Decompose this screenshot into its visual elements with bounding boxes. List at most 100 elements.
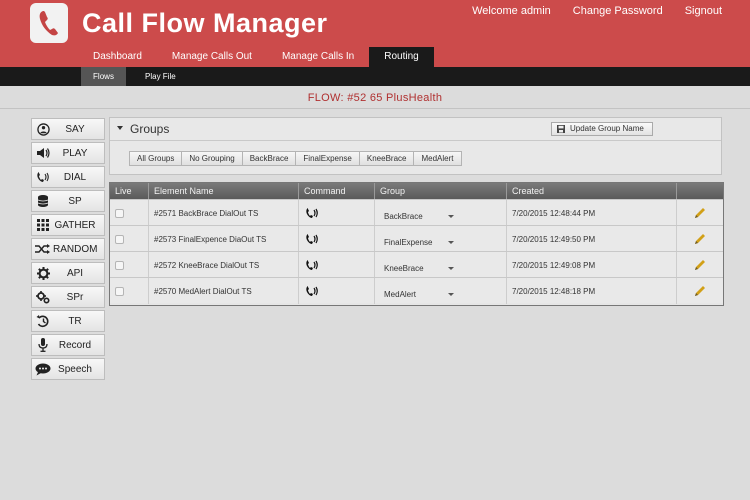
app-title: Call Flow Manager: [82, 8, 328, 38]
sidebar-item-record[interactable]: Record: [31, 334, 105, 356]
divider: [0, 108, 750, 109]
group-select-value: MedAlert: [384, 289, 417, 299]
subtab-flows[interactable]: Flows: [81, 67, 126, 86]
command-cell: [299, 226, 375, 252]
sidebar-item-gather[interactable]: GATHER: [31, 214, 105, 236]
sidebar-item-say[interactable]: SAY: [31, 118, 105, 140]
group-filters: All Groups No Grouping BackBrace FinalEx…: [129, 151, 462, 166]
groups-title: Groups: [130, 122, 170, 136]
live-checkbox[interactable]: [115, 286, 124, 296]
shuffle-icon: [35, 242, 50, 256]
update-group-name-button[interactable]: Update Group Name: [551, 122, 653, 136]
sub-nav: Flows Play File: [0, 67, 750, 86]
element-name-cell: #2573 FinalExpence DiaOut TS: [149, 226, 299, 252]
group-select-value: BackBrace: [384, 211, 423, 221]
sp-icon: [35, 194, 51, 208]
table-row: #2573 FinalExpence DiaOut TS FinalExpens…: [110, 225, 723, 252]
table-row: #2570 MedAlert DialOut TS MedAlert 7/20/…: [110, 277, 723, 304]
flow-title: FLOW: #52 65 PlusHealth: [307, 92, 443, 104]
edit-cell: [677, 252, 723, 278]
created-cell: 7/20/2015 12:49:08 PM: [507, 252, 677, 278]
element-name-cell: #2570 MedAlert DialOut TS: [149, 278, 299, 304]
created-cell: 7/20/2015 12:48:18 PM: [507, 278, 677, 304]
edit-pencil-icon[interactable]: [694, 285, 706, 297]
live-checkbox[interactable]: [115, 260, 124, 270]
created-cell: 7/20/2015 12:48:44 PM: [507, 200, 677, 226]
command-sidebar: SAY PLAY DIAL SP GATHER RANDOM API SPr T…: [31, 118, 105, 382]
edit-pencil-icon[interactable]: [694, 233, 706, 245]
created-cell: 7/20/2015 12:49:50 PM: [507, 226, 677, 252]
column-header-command: Command: [299, 183, 375, 199]
gears-icon: [35, 290, 51, 304]
tab-manage-calls-in[interactable]: Manage Calls In: [267, 47, 369, 67]
filter-backbrace[interactable]: BackBrace: [241, 151, 297, 166]
edit-pencil-icon[interactable]: [694, 259, 706, 271]
say-icon: [35, 122, 51, 136]
sidebar-item-api[interactable]: API: [31, 262, 105, 284]
group-select[interactable]: MedAlert: [380, 287, 458, 301]
sidebar-item-dial[interactable]: DIAL: [31, 166, 105, 188]
filter-finalexpense[interactable]: FinalExpense: [295, 151, 360, 166]
app-header: Call Flow Manager Welcome admin Change P…: [0, 0, 750, 67]
group-cell: BackBrace: [375, 200, 507, 226]
chevron-down-icon: [448, 292, 454, 296]
sidebar-item-play[interactable]: PLAY: [31, 142, 105, 164]
sidebar-item-tr[interactable]: TR: [31, 310, 105, 332]
group-select[interactable]: BackBrace: [380, 209, 458, 223]
edit-cell: [677, 278, 723, 304]
main-nav: Dashboard Manage Calls Out Manage Calls …: [78, 47, 434, 67]
tab-routing[interactable]: Routing: [369, 47, 434, 67]
flow-elements-table: Live Element Name Command Group Created …: [109, 182, 724, 306]
update-group-name-label: Update Group Name: [570, 124, 644, 133]
phone-logo-icon: [30, 3, 68, 43]
sidebar-item-label: RANDOM: [53, 243, 98, 255]
sidebar-item-label: Record: [58, 339, 92, 351]
signout-link[interactable]: Signout: [685, 5, 722, 17]
subtab-play-file[interactable]: Play File: [133, 67, 188, 86]
live-cell: [110, 200, 149, 226]
sidebar-item-sp[interactable]: SP: [31, 190, 105, 212]
filter-medalert[interactable]: MedAlert: [413, 151, 462, 166]
group-select[interactable]: KneeBrace: [380, 261, 458, 275]
filter-kneebrace[interactable]: KneeBrace: [358, 151, 415, 166]
gather-icon: [35, 218, 51, 232]
chevron-down-icon: [448, 266, 454, 270]
microphone-icon: [35, 338, 51, 352]
element-name-cell: #2571 BackBrace DialOut TS: [149, 200, 299, 226]
groups-panel: Groups Update Group Name All Groups No G…: [109, 117, 722, 175]
sidebar-item-speech[interactable]: Speech: [31, 358, 105, 380]
tab-manage-calls-out[interactable]: Manage Calls Out: [157, 47, 267, 67]
sidebar-item-random[interactable]: RANDOM: [31, 238, 105, 260]
sidebar-item-label: PLAY: [62, 147, 88, 159]
collapse-caret-icon[interactable]: [117, 126, 123, 130]
group-select-value: KneeBrace: [384, 263, 424, 273]
sidebar-item-label: SP: [68, 195, 82, 207]
sidebar-item-label: Speech: [58, 363, 92, 375]
filter-all-groups[interactable]: All Groups: [129, 151, 183, 166]
command-cell: [299, 278, 375, 304]
phone-icon: [35, 170, 51, 184]
group-cell: KneeBrace: [375, 252, 507, 278]
sidebar-item-label: API: [66, 267, 84, 279]
edit-cell: [677, 200, 723, 226]
filter-no-grouping[interactable]: No Grouping: [181, 151, 243, 166]
group-select[interactable]: FinalExpense: [380, 235, 458, 249]
phone-icon: [306, 286, 318, 296]
gear-icon: [35, 266, 51, 280]
change-password-link[interactable]: Change Password: [573, 5, 663, 17]
sidebar-item-spr[interactable]: SPr: [31, 286, 105, 308]
sidebar-item-label: DIAL: [63, 171, 87, 183]
tab-dashboard[interactable]: Dashboard: [78, 47, 157, 67]
live-checkbox[interactable]: [115, 234, 124, 244]
sidebar-item-label: SPr: [66, 291, 84, 303]
welcome-text: Welcome admin: [472, 5, 551, 17]
live-checkbox[interactable]: [115, 208, 124, 218]
column-header-element-name: Element Name: [149, 183, 299, 199]
edit-pencil-icon[interactable]: [694, 207, 706, 219]
sidebar-item-label: GATHER: [54, 219, 96, 231]
speech-bubble-icon: [35, 362, 51, 376]
save-icon: [557, 125, 565, 133]
group-select-value: FinalExpense: [384, 237, 433, 247]
live-cell: [110, 226, 149, 252]
column-header-group: Group: [375, 183, 507, 199]
